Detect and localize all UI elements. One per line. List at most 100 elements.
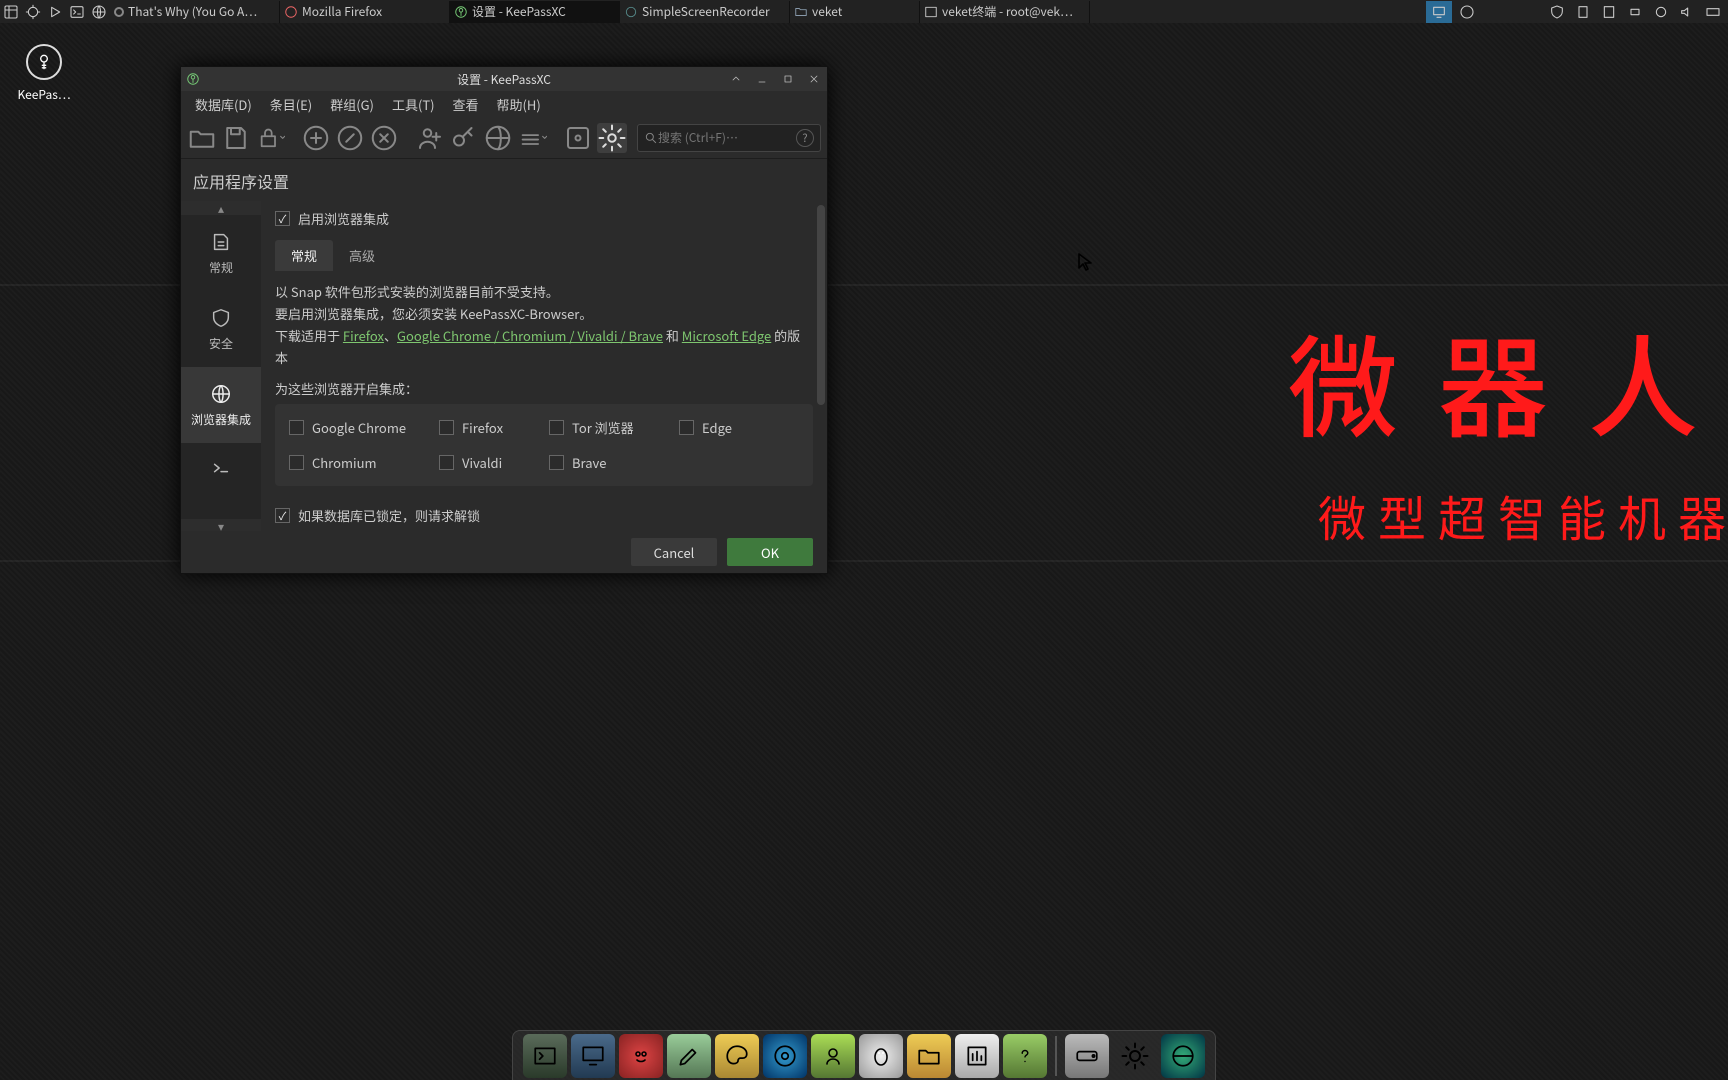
- tray-shield-icon[interactable]: [1546, 1, 1568, 23]
- dock-terminal-icon[interactable]: [523, 1034, 567, 1078]
- dock-display-icon[interactable]: [571, 1034, 615, 1078]
- window-minimize-button[interactable]: [749, 67, 775, 91]
- tab-advanced[interactable]: 高级: [333, 240, 391, 271]
- copy-icon[interactable]: [517, 123, 547, 153]
- tray-note-icon[interactable]: [1598, 1, 1620, 23]
- settings-content: 启用浏览器集成 常规 高级 以 Snap 软件包形式安装的浏览器目前不受支持。 …: [261, 201, 827, 533]
- search-box[interactable]: ?: [637, 124, 821, 152]
- label-chromium: Chromium: [312, 453, 377, 472]
- label-vivaldi: Vivaldi: [462, 453, 502, 472]
- save-icon[interactable]: [221, 123, 251, 153]
- tray-keepass-icon[interactable]: [1456, 1, 1478, 23]
- bug-icon[interactable]: [22, 1, 44, 23]
- dock-linux-icon[interactable]: [859, 1034, 903, 1078]
- label-chrome: Google Chrome: [312, 418, 406, 437]
- tab-general[interactable]: 常规: [275, 240, 333, 271]
- link-edge[interactable]: Microsoft Edge: [682, 326, 771, 345]
- dock: [512, 1030, 1216, 1080]
- titlebar[interactable]: 设置 - KeePassXC: [181, 67, 827, 91]
- cursor-icon: [1078, 252, 1092, 270]
- browser-list: Google Chrome Firefox Tor 浏览器 Edge Chrom…: [275, 404, 813, 486]
- checkbox-firefox[interactable]: [439, 420, 454, 435]
- note-line: 要启用浏览器集成，您必须安装 KeePassXC-Browser。: [275, 303, 813, 325]
- dock-media-icon[interactable]: [763, 1034, 807, 1078]
- sidebar-item-general[interactable]: 常规: [181, 215, 261, 291]
- menu-view[interactable]: 查看: [445, 92, 487, 117]
- task-ssr[interactable]: SimpleScreenRecorder: [620, 1, 790, 23]
- tray-keyboard-icon[interactable]: [1702, 1, 1724, 23]
- key-icon[interactable]: [449, 123, 479, 153]
- menu-icon[interactable]: [0, 1, 22, 23]
- dock-files-icon[interactable]: [907, 1034, 951, 1078]
- terminal-icon[interactable]: [66, 1, 88, 23]
- sidebar-item-ssh[interactable]: [181, 443, 261, 493]
- search-input[interactable]: [658, 129, 792, 146]
- checkbox-enable-browser[interactable]: [275, 211, 290, 226]
- user-icon[interactable]: [415, 123, 445, 153]
- dialog-footer: Cancel OK: [181, 531, 827, 573]
- dock-help-icon[interactable]: [1003, 1034, 1047, 1078]
- task-label: veket: [812, 3, 842, 20]
- delete-icon[interactable]: [369, 123, 399, 153]
- window-maximize-button[interactable]: [775, 67, 801, 91]
- checkbox-chrome[interactable]: [289, 420, 304, 435]
- menu-database[interactable]: 数据库(D): [187, 92, 260, 117]
- dock-paint-icon[interactable]: [715, 1034, 759, 1078]
- window-keep-above-button[interactable]: [723, 67, 749, 91]
- dock-editor-icon[interactable]: [667, 1034, 711, 1078]
- url-icon[interactable]: [483, 123, 513, 153]
- sidebar-scroll-up[interactable]: ▴: [181, 201, 261, 215]
- add-icon[interactable]: [301, 123, 331, 153]
- desktop-icon-keepass[interactable]: KeePas…: [14, 44, 74, 103]
- label-firefox: Firefox: [462, 418, 503, 437]
- tray-battery-icon[interactable]: [1624, 1, 1646, 23]
- cancel-button[interactable]: Cancel: [631, 538, 717, 566]
- task-files[interactable]: veket: [790, 1, 920, 23]
- dock-app1-icon[interactable]: [619, 1034, 663, 1078]
- menu-entry[interactable]: 条目(E): [262, 92, 320, 117]
- ok-button[interactable]: OK: [727, 538, 813, 566]
- link-chrome[interactable]: Google Chrome / Chromium / Vivaldi / Bra…: [397, 326, 663, 345]
- menu-group[interactable]: 群组(G): [322, 92, 382, 117]
- dock-drive-icon[interactable]: [1065, 1034, 1109, 1078]
- menu-tools[interactable]: 工具(T): [384, 92, 443, 117]
- tray-record-icon[interactable]: [1650, 1, 1672, 23]
- page-title: 应用程序设置: [181, 159, 827, 201]
- checkbox-edge[interactable]: [679, 420, 694, 435]
- sidebar-item-security[interactable]: 安全: [181, 291, 261, 367]
- tray-clipboard-icon[interactable]: [1572, 1, 1594, 23]
- edit-icon[interactable]: [335, 123, 365, 153]
- dock-app2-icon[interactable]: [811, 1034, 855, 1078]
- task-keepass[interactable]: 设置 - KeePassXC: [450, 1, 620, 23]
- scrollbar[interactable]: [817, 205, 825, 405]
- task-terminal[interactable]: veket终端 - root@vek…: [920, 1, 1090, 23]
- open-icon[interactable]: [187, 123, 217, 153]
- keepass-icon: [181, 72, 205, 86]
- dock-globe-icon[interactable]: [1161, 1034, 1205, 1078]
- tray-monitor-icon[interactable]: [1426, 1, 1452, 23]
- settings-icon[interactable]: [597, 123, 627, 153]
- link-firefox[interactable]: Firefox: [343, 326, 384, 345]
- label-brave: Brave: [572, 453, 606, 472]
- tray-volume-icon[interactable]: [1676, 1, 1698, 23]
- label-tor: Tor 浏览器: [572, 418, 634, 437]
- window-close-button[interactable]: [801, 67, 827, 91]
- play-icon[interactable]: [44, 1, 66, 23]
- search-help-icon[interactable]: ?: [796, 129, 814, 147]
- dock-office-icon[interactable]: [955, 1034, 999, 1078]
- sidebar-item-browser[interactable]: 浏览器集成: [181, 367, 261, 443]
- lock-icon[interactable]: [255, 123, 285, 153]
- checkbox-brave[interactable]: [549, 455, 564, 470]
- checkbox-tor[interactable]: [549, 420, 564, 435]
- menu-help[interactable]: 帮助(H): [489, 92, 549, 117]
- password-generator-icon[interactable]: [563, 123, 593, 153]
- dock-brightness-icon[interactable]: [1113, 1034, 1157, 1078]
- task-music[interactable]: That's Why (You Go A…: [110, 1, 280, 23]
- label-edge: Edge: [702, 418, 732, 437]
- checkbox-chromium[interactable]: [289, 455, 304, 470]
- task-firefox[interactable]: Mozilla Firefox: [280, 1, 450, 23]
- checkbox-unlock[interactable]: [275, 508, 290, 523]
- checkbox-vivaldi[interactable]: [439, 455, 454, 470]
- task-label: veket终端 - root@vek…: [942, 3, 1073, 20]
- globe-icon[interactable]: [88, 1, 110, 23]
